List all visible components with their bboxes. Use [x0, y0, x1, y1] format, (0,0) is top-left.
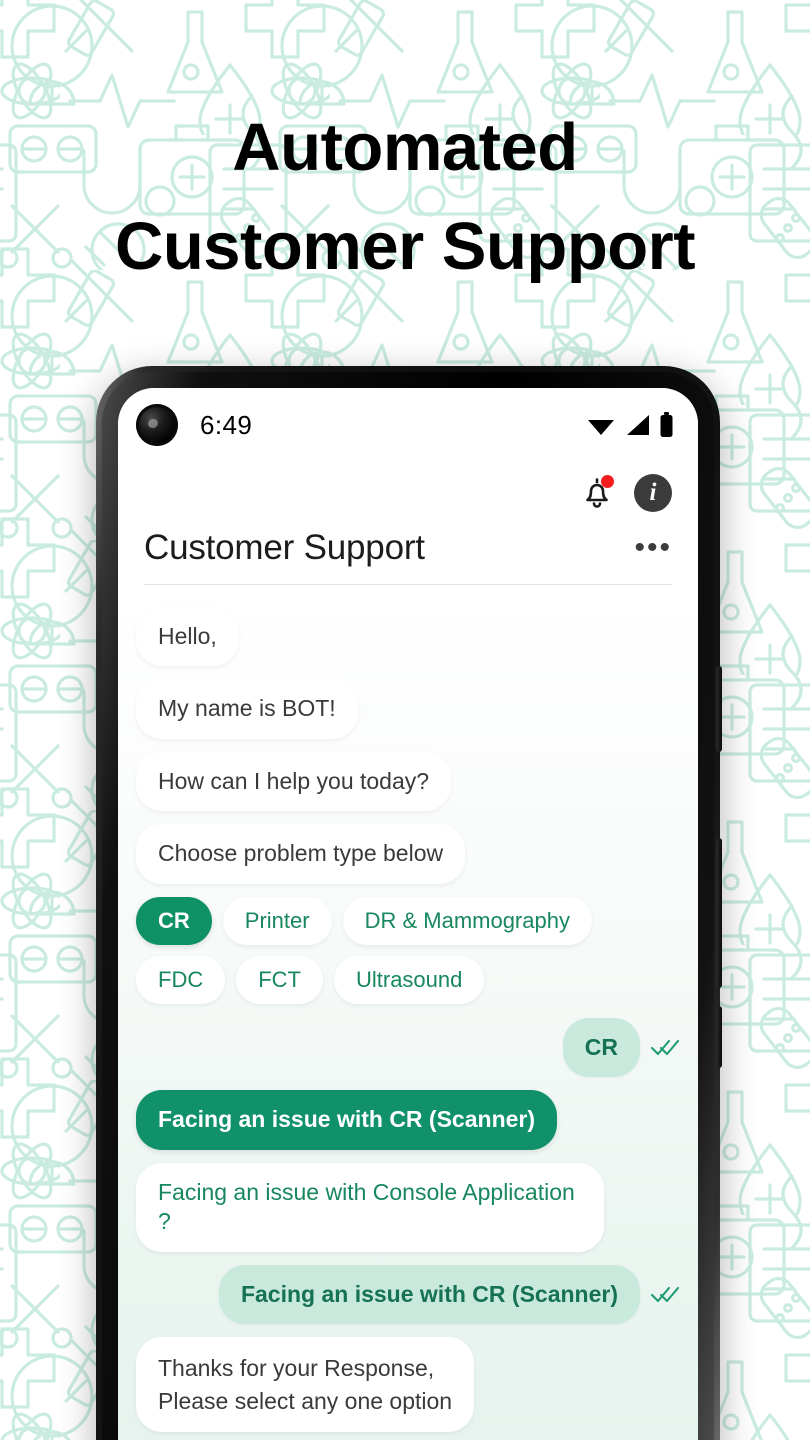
- chat-message-bot: Thanks for your Response, Please select …: [136, 1336, 680, 1433]
- notification-bell-button[interactable]: [578, 474, 616, 512]
- headline-line-2: Customer Support: [114, 209, 696, 285]
- problem-type-chip-group[interactable]: CR Printer DR & Mammography FDC FCT Ultr…: [136, 896, 680, 1004]
- chat-message-bot: My name is BOT!: [136, 679, 680, 739]
- app-action-icons: i: [118, 462, 698, 524]
- chat-message-bot: Facing an issue with CR (Scanner): [136, 1090, 680, 1150]
- bot-bubble-name: My name is BOT!: [136, 679, 358, 739]
- promo-page: Automated Customer Support 6:49 i Custom…: [0, 0, 810, 1440]
- chat-thread[interactable]: Hello, My name is BOT! How can I help yo…: [118, 585, 698, 1440]
- chip-dr-mammography[interactable]: DR & Mammography: [342, 896, 592, 945]
- chip-printer[interactable]: Printer: [222, 896, 332, 945]
- status-bar-clock: 6:49: [200, 409, 253, 440]
- chip-fdc[interactable]: FDC: [136, 955, 226, 1004]
- status-bar-icons: [586, 412, 674, 438]
- chip-cr[interactable]: CR: [136, 896, 212, 945]
- bot-bubble-console-application[interactable]: Facing an issue with Console Application…: [136, 1162, 604, 1252]
- double-check-icon: [650, 1287, 680, 1303]
- chat-message-bot: Facing an issue with Console Application…: [136, 1162, 680, 1252]
- front-camera-icon: [136, 404, 178, 446]
- chat-message-user: Facing an issue with CR (Scanner): [136, 1264, 680, 1324]
- page-title: Customer Support: [144, 528, 425, 567]
- bot-bubble-thanks-line1: Thanks for your Response,: [158, 1354, 435, 1381]
- overflow-menu-icon[interactable]: •••: [634, 533, 672, 563]
- user-bubble-cr-scanner: Facing an issue with CR (Scanner): [218, 1264, 640, 1324]
- bot-bubble-hello: Hello,: [136, 607, 239, 667]
- bot-bubble-help: How can I help you today?: [136, 751, 452, 812]
- chip-ultrasound[interactable]: Ultrasound: [333, 955, 485, 1004]
- chip-fct[interactable]: FCT: [236, 955, 323, 1004]
- cellular-signal-icon: [627, 415, 649, 435]
- chat-message-bot: Hello,: [136, 607, 680, 667]
- double-check-icon: [650, 1040, 680, 1056]
- chat-message-bot: Choose problem type below: [136, 824, 680, 884]
- bot-bubble-choose: Choose problem type below: [136, 824, 466, 884]
- phone-side-button-top[interactable]: [716, 666, 722, 752]
- app-bar: Customer Support •••: [118, 524, 698, 568]
- status-bar: 6:49: [118, 388, 698, 462]
- bot-bubble-thanks: Thanks for your Response, Please select …: [136, 1336, 475, 1433]
- phone-mockup: 6:49 i Customer Support ••• Hello, My na…: [96, 366, 722, 1440]
- chat-message-user: CR: [136, 1017, 680, 1078]
- phone-volume-button[interactable]: [716, 838, 722, 988]
- promo-headline: Automated Customer Support: [0, 98, 810, 296]
- bot-bubble-thanks-line2: Please select any one option: [158, 1387, 453, 1414]
- info-icon[interactable]: i: [634, 474, 672, 512]
- user-bubble-cr: CR: [562, 1017, 640, 1078]
- headline-line-1: Automated: [232, 110, 578, 185]
- chat-message-bot: How can I help you today?: [136, 751, 680, 812]
- battery-icon: [660, 412, 673, 437]
- phone-screen: 6:49 i Customer Support ••• Hello, My na…: [118, 388, 698, 1440]
- wifi-icon: [588, 420, 614, 435]
- notification-badge-dot: [601, 475, 614, 488]
- bot-bubble-cr-scanner[interactable]: Facing an issue with CR (Scanner): [136, 1090, 558, 1150]
- phone-power-button[interactable]: [716, 1006, 722, 1068]
